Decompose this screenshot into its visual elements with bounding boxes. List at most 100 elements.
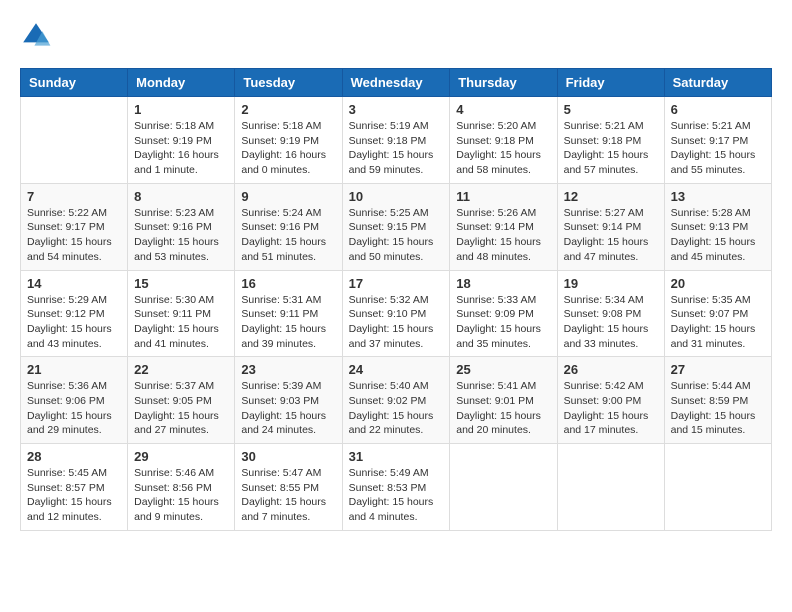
calendar-week-2: 14 Sunrise: 5:29 AM Sunset: 9:12 PM Dayli… (21, 270, 772, 357)
page-header (20, 20, 772, 52)
calendar-cell (557, 444, 664, 531)
day-number: 11 (456, 189, 550, 204)
day-number: 19 (564, 276, 658, 291)
calendar-header-row: SundayMondayTuesdayWednesdayThursdayFrid… (21, 69, 772, 97)
day-number: 6 (671, 102, 765, 117)
day-info: Sunrise: 5:30 AM Sunset: 9:11 PM Dayligh… (134, 293, 228, 352)
calendar-cell: 19 Sunrise: 5:34 AM Sunset: 9:08 PM Dayli… (557, 270, 664, 357)
calendar-cell: 3Sunrise: 5:19 AM Sunset: 9:18 PM Daylig… (342, 97, 450, 184)
day-info: Sunrise: 5:24 AM Sunset: 9:16 PM Dayligh… (241, 206, 335, 265)
day-info: Sunrise: 5:28 AM Sunset: 9:13 PM Dayligh… (671, 206, 765, 265)
day-number: 8 (134, 189, 228, 204)
day-info: Sunrise: 5:46 AM Sunset: 8:56 PM Dayligh… (134, 466, 228, 525)
day-number: 24 (349, 362, 444, 377)
day-info: Sunrise: 5:49 AM Sunset: 8:53 PM Dayligh… (349, 466, 444, 525)
day-number: 10 (349, 189, 444, 204)
day-header-sunday: Sunday (21, 69, 128, 97)
logo-icon (20, 20, 52, 52)
day-info: Sunrise: 5:44 AM Sunset: 8:59 PM Dayligh… (671, 379, 765, 438)
day-header-tuesday: Tuesday (235, 69, 342, 97)
calendar-table: SundayMondayTuesdayWednesdayThursdayFrid… (20, 68, 772, 531)
calendar-cell: 2 Sunrise: 5:18 AM Sunset: 9:19 PM Daylig… (235, 97, 342, 184)
day-info: Sunrise: 5:41 AM Sunset: 9:01 PM Dayligh… (456, 379, 550, 438)
day-number: 22 (134, 362, 228, 377)
calendar-cell: 12 Sunrise: 5:27 AM Sunset: 9:14 PM Dayli… (557, 183, 664, 270)
day-number: 9 (241, 189, 335, 204)
calendar-cell: 11 Sunrise: 5:26 AM Sunset: 9:14 PM Dayli… (450, 183, 557, 270)
day-info: Sunrise: 5:25 AM Sunset: 9:15 PM Dayligh… (349, 206, 444, 265)
calendar-week-0: 1 Sunrise: 5:18 AM Sunset: 9:19 PM Daylig… (21, 97, 772, 184)
calendar-cell: 8 Sunrise: 5:23 AM Sunset: 9:16 PM Daylig… (128, 183, 235, 270)
calendar-cell: 5Sunrise: 5:21 AM Sunset: 9:18 PM Daylig… (557, 97, 664, 184)
day-header-saturday: Saturday (664, 69, 771, 97)
day-number: 31 (349, 449, 444, 464)
logo (20, 20, 56, 52)
calendar-cell: 13 Sunrise: 5:28 AM Sunset: 9:13 PM Dayli… (664, 183, 771, 270)
day-info: Sunrise: 5:47 AM Sunset: 8:55 PM Dayligh… (241, 466, 335, 525)
day-info: Sunrise: 5:32 AM Sunset: 9:10 PM Dayligh… (349, 293, 444, 352)
day-header-wednesday: Wednesday (342, 69, 450, 97)
day-number: 4 (456, 102, 550, 117)
day-number: 1 (134, 102, 228, 117)
day-number: 13 (671, 189, 765, 204)
day-header-thursday: Thursday (450, 69, 557, 97)
calendar-cell: 26 Sunrise: 5:42 AM Sunset: 9:00 PM Dayli… (557, 357, 664, 444)
calendar-cell: 17 Sunrise: 5:32 AM Sunset: 9:10 PM Dayli… (342, 270, 450, 357)
day-info: Sunrise: 5:31 AM Sunset: 9:11 PM Dayligh… (241, 293, 335, 352)
calendar-cell: 29 Sunrise: 5:46 AM Sunset: 8:56 PM Dayli… (128, 444, 235, 531)
calendar-cell: 18Sunrise: 5:33 AM Sunset: 9:09 PM Dayli… (450, 270, 557, 357)
calendar-cell: 7 Sunrise: 5:22 AM Sunset: 9:17 PM Daylig… (21, 183, 128, 270)
calendar-cell (664, 444, 771, 531)
day-info: Sunrise: 5:40 AM Sunset: 9:02 PM Dayligh… (349, 379, 444, 438)
calendar-cell: 21Sunrise: 5:36 AM Sunset: 9:06 PM Dayli… (21, 357, 128, 444)
calendar-cell: 24 Sunrise: 5:40 AM Sunset: 9:02 PM Dayli… (342, 357, 450, 444)
calendar-cell: 20Sunrise: 5:35 AM Sunset: 9:07 PM Dayli… (664, 270, 771, 357)
day-number: 17 (349, 276, 444, 291)
calendar-week-3: 21Sunrise: 5:36 AM Sunset: 9:06 PM Dayli… (21, 357, 772, 444)
day-number: 26 (564, 362, 658, 377)
calendar-cell: 22 Sunrise: 5:37 AM Sunset: 9:05 PM Dayli… (128, 357, 235, 444)
day-header-friday: Friday (557, 69, 664, 97)
calendar-cell: 30 Sunrise: 5:47 AM Sunset: 8:55 PM Dayli… (235, 444, 342, 531)
day-info: Sunrise: 5:42 AM Sunset: 9:00 PM Dayligh… (564, 379, 658, 438)
day-header-monday: Monday (128, 69, 235, 97)
day-number: 3 (349, 102, 444, 117)
calendar-cell: 25Sunrise: 5:41 AM Sunset: 9:01 PM Dayli… (450, 357, 557, 444)
calendar-week-4: 28 Sunrise: 5:45 AM Sunset: 8:57 PM Dayli… (21, 444, 772, 531)
day-number: 12 (564, 189, 658, 204)
day-number: 30 (241, 449, 335, 464)
calendar-cell: 1 Sunrise: 5:18 AM Sunset: 9:19 PM Daylig… (128, 97, 235, 184)
day-info: Sunrise: 5:18 AM Sunset: 9:19 PM Dayligh… (241, 119, 335, 178)
calendar-cell: 10 Sunrise: 5:25 AM Sunset: 9:15 PM Dayli… (342, 183, 450, 270)
day-info: Sunrise: 5:21 AM Sunset: 9:17 PM Dayligh… (671, 119, 765, 178)
day-number: 7 (27, 189, 121, 204)
day-number: 16 (241, 276, 335, 291)
calendar-cell: 27Sunrise: 5:44 AM Sunset: 8:59 PM Dayli… (664, 357, 771, 444)
day-info: Sunrise: 5:23 AM Sunset: 9:16 PM Dayligh… (134, 206, 228, 265)
calendar-cell: 31 Sunrise: 5:49 AM Sunset: 8:53 PM Dayli… (342, 444, 450, 531)
day-info: Sunrise: 5:22 AM Sunset: 9:17 PM Dayligh… (27, 206, 121, 265)
day-number: 14 (27, 276, 121, 291)
day-info: Sunrise: 5:29 AM Sunset: 9:12 PM Dayligh… (27, 293, 121, 352)
calendar-week-1: 7 Sunrise: 5:22 AM Sunset: 9:17 PM Daylig… (21, 183, 772, 270)
day-number: 28 (27, 449, 121, 464)
calendar-cell (21, 97, 128, 184)
day-info: Sunrise: 5:37 AM Sunset: 9:05 PM Dayligh… (134, 379, 228, 438)
day-info: Sunrise: 5:33 AM Sunset: 9:09 PM Dayligh… (456, 293, 550, 352)
day-info: Sunrise: 5:34 AM Sunset: 9:08 PM Dayligh… (564, 293, 658, 352)
calendar-cell (450, 444, 557, 531)
calendar-cell: 28 Sunrise: 5:45 AM Sunset: 8:57 PM Dayli… (21, 444, 128, 531)
calendar-cell: 23Sunrise: 5:39 AM Sunset: 9:03 PM Dayli… (235, 357, 342, 444)
day-info: Sunrise: 5:18 AM Sunset: 9:19 PM Dayligh… (134, 119, 228, 178)
day-number: 29 (134, 449, 228, 464)
day-info: Sunrise: 5:27 AM Sunset: 9:14 PM Dayligh… (564, 206, 658, 265)
day-info: Sunrise: 5:45 AM Sunset: 8:57 PM Dayligh… (27, 466, 121, 525)
day-info: Sunrise: 5:26 AM Sunset: 9:14 PM Dayligh… (456, 206, 550, 265)
day-number: 15 (134, 276, 228, 291)
day-number: 21 (27, 362, 121, 377)
day-number: 5 (564, 102, 658, 117)
day-info: Sunrise: 5:39 AM Sunset: 9:03 PM Dayligh… (241, 379, 335, 438)
day-number: 2 (241, 102, 335, 117)
calendar-cell: 14 Sunrise: 5:29 AM Sunset: 9:12 PM Dayli… (21, 270, 128, 357)
day-number: 20 (671, 276, 765, 291)
